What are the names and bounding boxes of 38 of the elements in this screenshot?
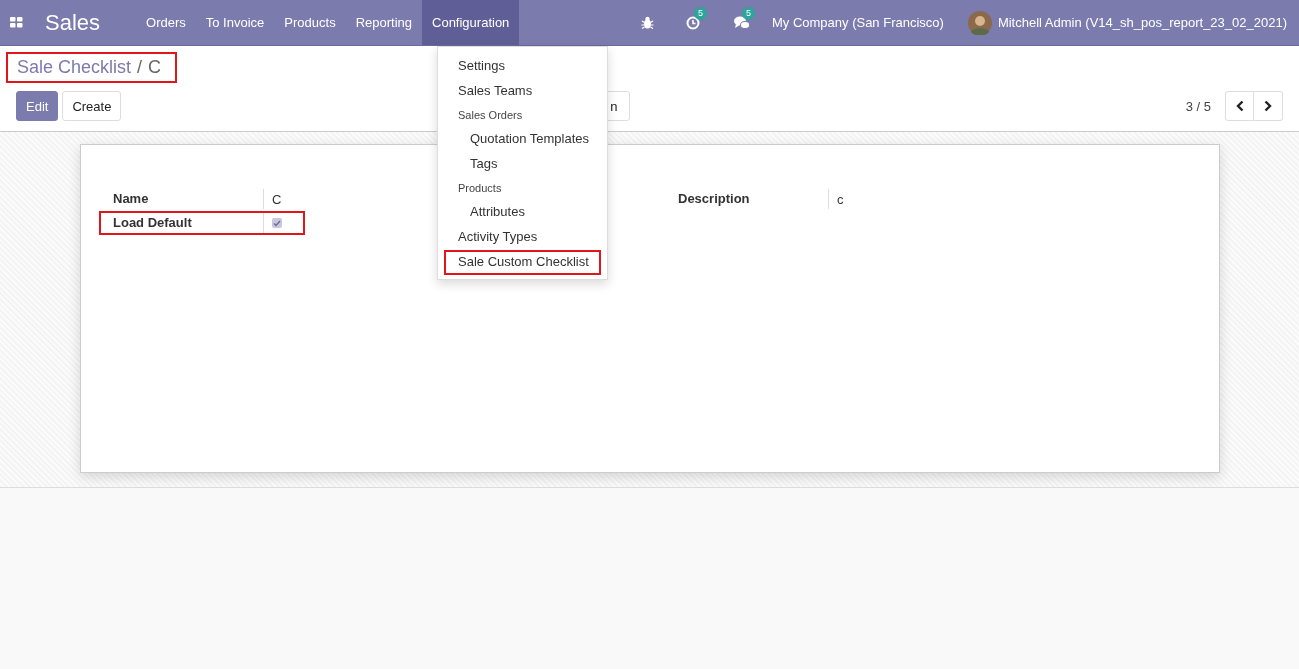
count-badge: 5 [741,6,755,20]
menu-item[interactable]: Orders [136,0,196,45]
avatar-icon [967,10,992,35]
bug-icon[interactable] [640,16,654,29]
user-menu[interactable]: Mitchell Admin (V14_sh_pos_report_23_02_2021) [997,15,1287,30]
menu-item[interactable]: Configuration [422,0,520,45]
menu-item[interactable]: Reporting [345,0,422,45]
menu-item[interactable]: To Invoice [195,0,275,45]
field-label: Description [677,190,751,208]
breadcrumb-link[interactable]: Sale Checklist [17,57,132,78]
pager-counter: 3 / 5 [1185,98,1211,114]
field-value: C [272,191,282,207]
checkbox[interactable] [272,218,282,228]
breadcrumb-separator: / [137,57,143,78]
breadcrumb-current: C [148,57,162,78]
dropdown-item[interactable]: Quotation Templates [446,129,599,150]
next-button[interactable] [1254,91,1283,121]
dropdown-item[interactable]: Sale Custom Checklist [446,252,599,273]
dropdown-item[interactable]: Attributes [446,202,599,223]
create-button[interactable]: Create [62,91,122,121]
edit-button[interactable]: Edit [16,91,59,121]
company-switcher[interactable]: My Company (San Francisco) [771,15,944,30]
menu-item[interactable]: Products [274,0,346,45]
dropdown-item[interactable]: Tags [446,154,599,175]
field-label: Load Default [112,214,193,232]
apps-menu-icon[interactable] [10,17,23,28]
clock-icon[interactable] [685,15,700,30]
chevron-right-icon[interactable] [1264,100,1272,112]
previous-button[interactable] [1225,91,1254,121]
dropdown-item[interactable]: Activity Types [446,227,599,248]
app-title: Sales [45,9,101,36]
count-badge: 5 [693,6,707,20]
dropdown-item[interactable]: Settings [446,56,599,77]
menu-section-header: Products [457,181,503,196]
field-value: c [837,191,844,207]
chevron-left-icon[interactable] [1235,100,1244,112]
field-label: Name [112,190,150,208]
menu-section-header: Sales Orders [457,108,524,123]
